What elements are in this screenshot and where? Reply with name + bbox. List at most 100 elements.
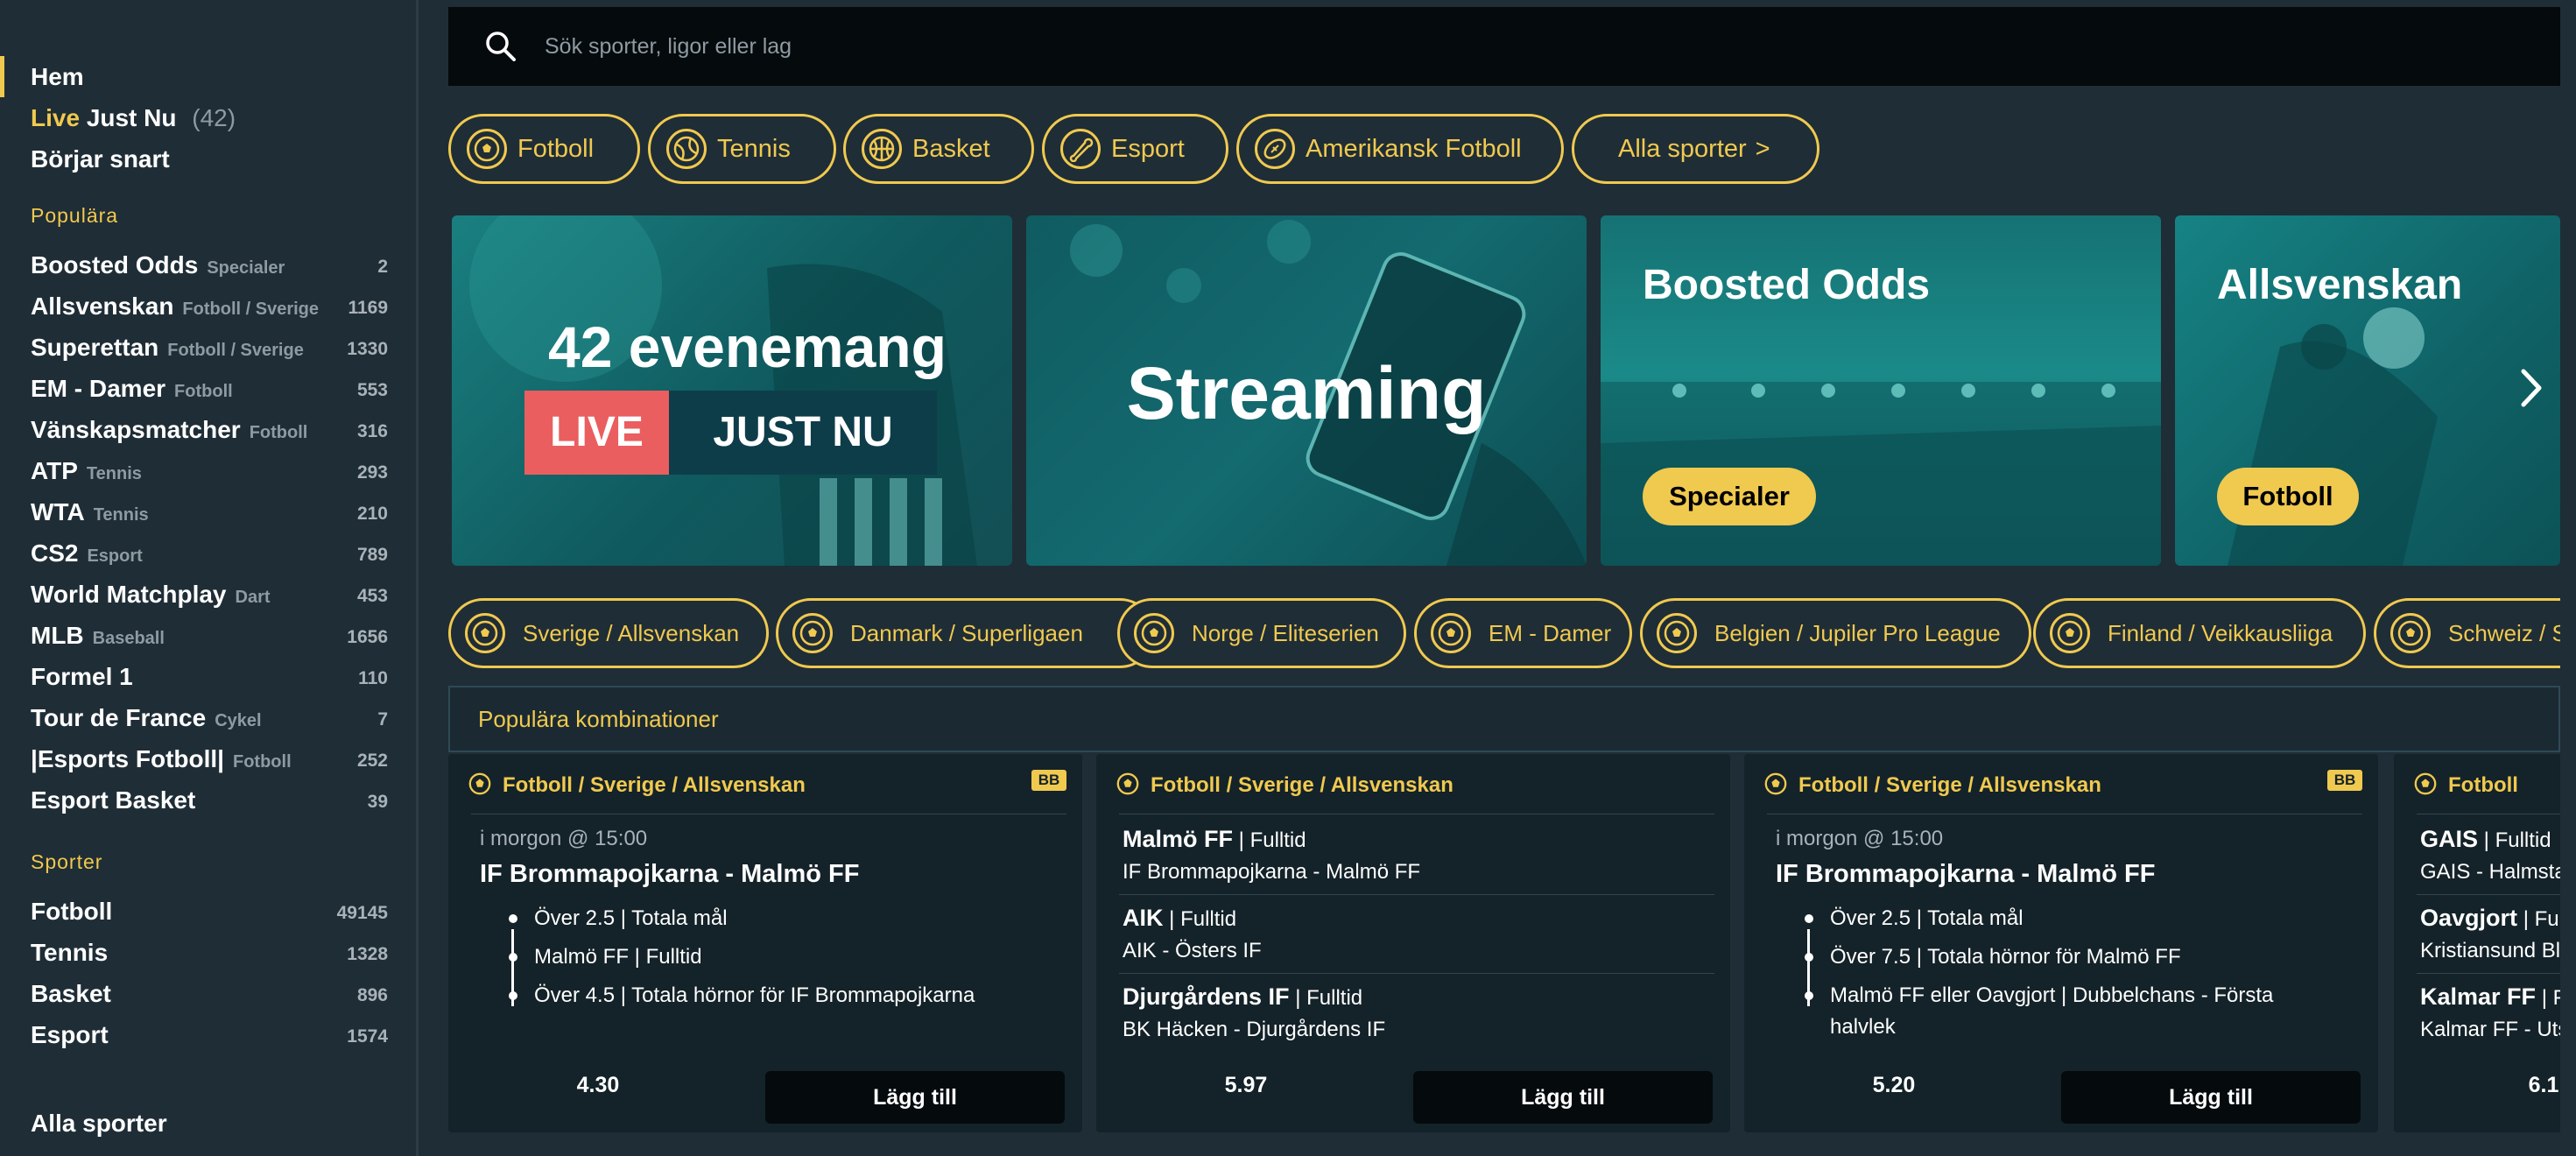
- league-pill-allsvenskan[interactable]: Sverige / Allsvenskan: [448, 598, 769, 668]
- combo-leg: Över 7.5 | Totala hörnor för Malmö FF: [1798, 941, 2343, 973]
- banner-boosted-odds[interactable]: Boosted Odds Specialer: [1601, 215, 2161, 566]
- search-bar[interactable]: [448, 7, 2560, 86]
- league-pill-label: EM - Damer: [1489, 619, 1612, 646]
- league-pill-label: Norge / Eliteserien: [1192, 619, 1379, 646]
- match-name[interactable]: IF Brommapojkarna - Malmö FF: [1776, 860, 2155, 889]
- sport-pill-label: Tennis: [717, 134, 791, 163]
- soccer-ball-icon: [2413, 772, 2438, 800]
- soccer-ball-icon: [468, 772, 492, 800]
- bet-builder-badge: BB: [2327, 770, 2362, 791]
- popular-combinations-header: Populära kombinationer: [448, 686, 2560, 752]
- banner-live[interactable]: 42 evenemang LIVE JUST NU: [452, 215, 1012, 566]
- main-content: Fotboll Tennis Basket Esport Amerikansk …: [0, 0, 2560, 1156]
- combo-card: Fotboll GAIS | Fulltid GAIS - Halmstad O…: [2394, 754, 2560, 1132]
- sport-pill-esport[interactable]: Esport: [1042, 114, 1228, 184]
- card-league[interactable]: Fotboll / Sverige / Allsvenskan: [1798, 773, 2101, 798]
- selection[interactable]: AIK | Fulltid AIK - Östers IF: [1123, 905, 1714, 963]
- selection-team: AIK: [1123, 905, 1164, 931]
- soccer-ball-icon: [467, 129, 507, 169]
- selection[interactable]: Djurgårdens IF | Fulltid BK Häcken - Dju…: [1123, 983, 1714, 1042]
- selection[interactable]: Malmö FF | Fulltid IF Brommapojkarna - M…: [1123, 826, 1714, 885]
- selection-team: Kalmar FF: [2420, 983, 2537, 1010]
- selection-market: | Fulltid: [2478, 828, 2551, 852]
- league-pill-label: Finland / Veikkausliiga: [2108, 619, 2333, 646]
- selection-game: BK Häcken - Djurgårdens IF: [1123, 1018, 1386, 1041]
- selection[interactable]: Oavgjort | Full Kristiansund Bl: [2420, 905, 2560, 963]
- add-to-slip-button[interactable]: Lägg till: [1413, 1071, 1713, 1124]
- match-time: i morgon @ 15:00: [1776, 827, 1944, 850]
- sport-pill-label: Fotboll: [517, 134, 595, 163]
- fotboll-chip[interactable]: Fotboll: [2217, 468, 2359, 525]
- soccer-ball-icon: [2050, 613, 2090, 653]
- soccer-ball-icon: [1116, 772, 1140, 800]
- league-pill-superligaen[interactable]: Danmark / Superligaen: [776, 598, 1155, 668]
- divider: [2417, 894, 2560, 895]
- add-to-slip-button[interactable]: Lägg till: [2061, 1071, 2361, 1124]
- selection-market: | Full: [2523, 907, 2560, 931]
- card-league[interactable]: Fotboll / Sverige / Allsvenskan: [1151, 773, 1453, 798]
- combo-card: Fotboll / Sverige / Allsvenskan Malmö FF…: [1096, 754, 1730, 1132]
- selection-market: | Fulltid: [1289, 986, 1363, 1010]
- soccer-ball-icon: [1763, 772, 1788, 800]
- selection-market: | Fulltid: [1163, 907, 1237, 931]
- league-pill-label: Belgien / Jupiler Pro League: [1714, 619, 2001, 646]
- soccer-ball-icon: [1657, 613, 1697, 653]
- sport-pill-fotboll[interactable]: Fotboll: [448, 114, 640, 184]
- selection-game: IF Brommapojkarna - Malmö FF: [1123, 860, 1421, 884]
- league-pill-em-damer[interactable]: EM - Damer: [1414, 598, 1632, 668]
- card-header: Fotboll / Sverige / Allsvenskan: [1116, 770, 1714, 801]
- league-pill-eliteserien[interactable]: Norge / Eliteserien: [1117, 598, 1406, 668]
- american-football-icon: [1255, 129, 1295, 169]
- add-to-slip-button[interactable]: Lägg till: [765, 1071, 1065, 1124]
- selection-game: GAIS - Halmstad: [2420, 860, 2560, 884]
- selection-market: | Fulltid: [1233, 828, 1306, 852]
- soccer-ball-icon: [1134, 613, 1174, 653]
- soccer-ball-icon: [1431, 613, 1471, 653]
- divider: [2417, 973, 2560, 974]
- league-pill-schweiz[interactable]: Schweiz / S: [2374, 598, 2560, 668]
- match-name[interactable]: IF Brommapojkarna - Malmö FF: [480, 860, 859, 889]
- selection-team: Oavgjort: [2420, 905, 2518, 931]
- sport-pill-label: Alla sporter: [1618, 134, 1747, 163]
- combo-odds[interactable]: 5.97: [1180, 1059, 1312, 1111]
- combo-odds[interactable]: 6.1: [2478, 1059, 2560, 1111]
- sport-pill-american-football[interactable]: Amerikansk Fotboll: [1236, 114, 1564, 184]
- soccer-ball-icon: [465, 613, 505, 653]
- selection[interactable]: Kalmar FF | Fu Kalmar FF - Uts: [2420, 983, 2560, 1042]
- combo-odds[interactable]: 5.20: [1828, 1059, 1960, 1111]
- combo-leg: Malmö FF eller Oavgjort | Dubbelchans - …: [1798, 980, 2343, 1043]
- sport-pill-tennis[interactable]: Tennis: [648, 114, 836, 184]
- banner-streaming-title: Streaming: [1126, 352, 1487, 434]
- match-time: i morgon @ 15:00: [480, 827, 648, 850]
- chevron-right-icon: >: [1755, 134, 1770, 163]
- carousel-next-icon[interactable]: [2518, 366, 2544, 414]
- selection-game: AIK - Östers IF: [1123, 939, 1262, 962]
- card-league[interactable]: Fotboll / Sverige / Allsvenskan: [503, 773, 806, 798]
- search-input[interactable]: [545, 33, 2121, 60]
- selection[interactable]: GAIS | Fulltid GAIS - Halmstad: [2420, 826, 2560, 885]
- soccer-ball-icon: [792, 613, 833, 653]
- basketball-icon: [862, 129, 902, 169]
- combo-leg: Över 4.5 | Totala hörnor för IF Brommapo…: [503, 980, 1047, 1012]
- sport-pill-basket[interactable]: Basket: [843, 114, 1034, 184]
- specialer-chip[interactable]: Specialer: [1643, 468, 1816, 525]
- selection-team: Malmö FF: [1123, 826, 1233, 852]
- league-pill-veikkausliiga[interactable]: Finland / Veikkausliiga: [2033, 598, 2366, 668]
- banner-allsvenskan[interactable]: Allsvenskan Fotboll: [2175, 215, 2560, 566]
- tennis-ball-icon: [666, 129, 707, 169]
- league-pill-label: Schweiz / S: [2448, 619, 2560, 646]
- sport-pill-label: Esport: [1111, 134, 1185, 163]
- banner-allsvenskan-title: Allsvenskan: [2217, 262, 2463, 308]
- combo-odds[interactable]: 4.30: [532, 1059, 664, 1111]
- combo-legs: Över 2.5 | Totala mål Malmö FF | Fulltid…: [503, 903, 1047, 1019]
- soccer-ball-icon: [2390, 613, 2431, 653]
- card-league[interactable]: Fotboll: [2448, 773, 2518, 798]
- league-pill-jupiler[interactable]: Belgien / Jupiler Pro League: [1640, 598, 2031, 668]
- sport-pill-all-sports[interactable]: Alla sporter >: [1572, 114, 1819, 184]
- banner-live-title: 42 evenemang: [548, 314, 947, 379]
- combo-leg: Över 2.5 | Totala mål: [503, 903, 1047, 934]
- combo-legs: Över 2.5 | Totala mål Över 7.5 | Totala …: [1798, 903, 2343, 1050]
- search-icon: [475, 29, 527, 64]
- banner-boosted-title: Boosted Odds: [1643, 262, 1931, 308]
- banner-streaming[interactable]: Streaming: [1026, 215, 1587, 566]
